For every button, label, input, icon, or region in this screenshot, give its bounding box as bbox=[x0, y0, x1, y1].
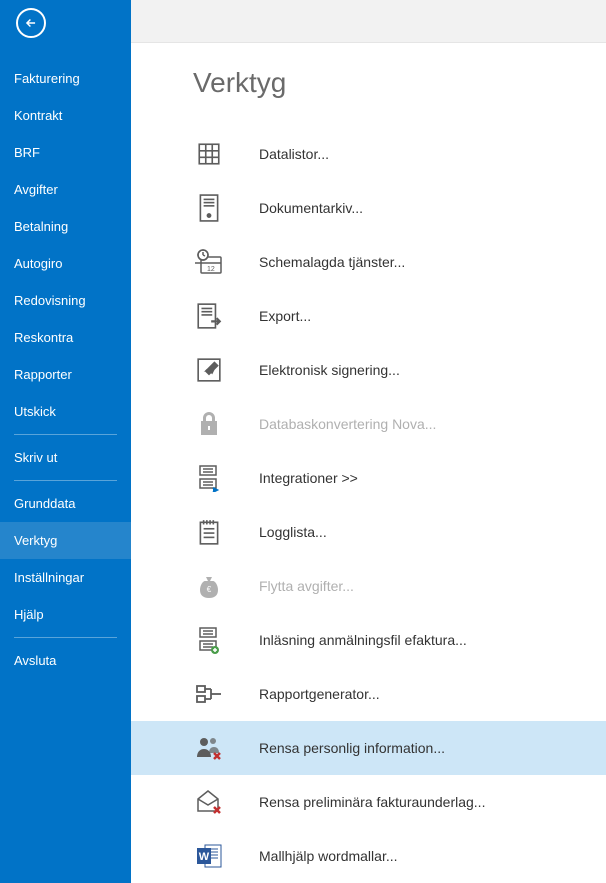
header-bar bbox=[131, 0, 606, 43]
nav-item-avsluta[interactable]: Avsluta bbox=[0, 642, 131, 679]
svg-text:€: € bbox=[207, 585, 212, 594]
back-icon bbox=[16, 8, 46, 38]
nav-item-autogiro[interactable]: Autogiro bbox=[0, 245, 131, 282]
tool-label: Datalistor... bbox=[259, 146, 329, 162]
nav-item-reskontra[interactable]: Reskontra bbox=[0, 319, 131, 356]
nav-item-grunddata[interactable]: Grunddata bbox=[0, 485, 131, 522]
tool-rensa-personlig[interactable]: Rensa personlig information... bbox=[131, 721, 606, 775]
tool-label: Rensa preliminära fakturaunderlag... bbox=[259, 794, 485, 810]
tool-label: Integrationer >> bbox=[259, 470, 358, 486]
tool-signering[interactable]: Elektronisk signering... bbox=[131, 343, 606, 397]
tool-label: Mallhjälp wordmallar... bbox=[259, 848, 398, 864]
nav-item-brf[interactable]: BRF bbox=[0, 134, 131, 171]
tool-label: Flytta avgifter... bbox=[259, 578, 354, 594]
report-icon bbox=[193, 678, 225, 710]
nav-divider bbox=[14, 434, 117, 435]
log-icon bbox=[193, 516, 225, 548]
export-icon bbox=[193, 300, 225, 332]
tool-inlasning[interactable]: Inläsning anmälningsfil efaktura... bbox=[131, 613, 606, 667]
calendar-clock-icon: 12 bbox=[193, 246, 225, 278]
svg-text:W: W bbox=[199, 851, 210, 863]
tool-label: Elektronisk signering... bbox=[259, 362, 400, 378]
nav-item-skriv-ut[interactable]: Skriv ut bbox=[0, 439, 131, 476]
tool-label: Rapportgenerator... bbox=[259, 686, 380, 702]
tool-label: Databaskonvertering Nova... bbox=[259, 416, 436, 432]
nav-item-verktyg[interactable]: Verktyg bbox=[0, 522, 131, 559]
svg-text:12: 12 bbox=[207, 266, 215, 273]
server-plus-icon bbox=[193, 624, 225, 656]
tool-integrationer[interactable]: Integrationer >> bbox=[131, 451, 606, 505]
tool-datalistor[interactable]: Datalistor... bbox=[131, 127, 606, 181]
nav-divider bbox=[14, 637, 117, 638]
nav-item-hjalp[interactable]: Hjälp bbox=[0, 596, 131, 633]
nav-item-fakturering[interactable]: Fakturering bbox=[0, 60, 131, 97]
tool-schemalagda[interactable]: 12 Schemalagda tjänster... bbox=[131, 235, 606, 289]
lock-icon bbox=[193, 408, 225, 440]
server-icon bbox=[193, 192, 225, 224]
sign-icon bbox=[193, 354, 225, 386]
tool-rensa-preliminara[interactable]: Rensa preliminära fakturaunderlag... bbox=[131, 775, 606, 829]
nav-item-utskick[interactable]: Utskick bbox=[0, 393, 131, 430]
back-button[interactable] bbox=[0, 0, 131, 46]
tool-label: Logglista... bbox=[259, 524, 327, 540]
nav-item-redovisning[interactable]: Redovisning bbox=[0, 282, 131, 319]
tool-list: Datalistor... Dokumentarkiv... 12 Schema… bbox=[131, 127, 606, 883]
nav-divider bbox=[14, 480, 117, 481]
tool-label: Export... bbox=[259, 308, 311, 324]
tool-rapportgenerator[interactable]: Rapportgenerator... bbox=[131, 667, 606, 721]
tool-dokumentarkiv[interactable]: Dokumentarkiv... bbox=[131, 181, 606, 235]
word-icon: W bbox=[193, 840, 225, 872]
envelope-remove-icon bbox=[193, 786, 225, 818]
tool-label: Schemalagda tjänster... bbox=[259, 254, 405, 270]
tool-flytta-avgifter: € Flytta avgifter... bbox=[131, 559, 606, 613]
tool-label: Inläsning anmälningsfil efaktura... bbox=[259, 632, 467, 648]
nav-item-betalning[interactable]: Betalning bbox=[0, 208, 131, 245]
tool-databaskonvertering: Databaskonvertering Nova... bbox=[131, 397, 606, 451]
sidebar: Fakturering Kontrakt BRF Avgifter Betaln… bbox=[0, 0, 131, 883]
nav-item-rapporter[interactable]: Rapporter bbox=[0, 356, 131, 393]
money-bag-icon: € bbox=[193, 570, 225, 602]
nav-item-avgifter[interactable]: Avgifter bbox=[0, 171, 131, 208]
nav-item-kontrakt[interactable]: Kontrakt bbox=[0, 97, 131, 134]
tool-label: Dokumentarkiv... bbox=[259, 200, 363, 216]
content: Verktyg Datalistor... Dokumentarkiv... 1… bbox=[131, 43, 606, 883]
tool-logglista[interactable]: Logglista... bbox=[131, 505, 606, 559]
grid-icon bbox=[193, 138, 225, 170]
main-area: Verktyg Datalistor... Dokumentarkiv... 1… bbox=[131, 0, 606, 883]
users-remove-icon bbox=[193, 732, 225, 764]
page-title: Verktyg bbox=[193, 67, 606, 99]
integration-icon bbox=[193, 462, 225, 494]
nav-item-installningar[interactable]: Inställningar bbox=[0, 559, 131, 596]
tool-export[interactable]: Export... bbox=[131, 289, 606, 343]
tool-label: Rensa personlig information... bbox=[259, 740, 445, 756]
nav-primary: Fakturering Kontrakt BRF Avgifter Betaln… bbox=[0, 46, 131, 679]
tool-mallhjalp[interactable]: W Mallhjälp wordmallar... bbox=[131, 829, 606, 883]
